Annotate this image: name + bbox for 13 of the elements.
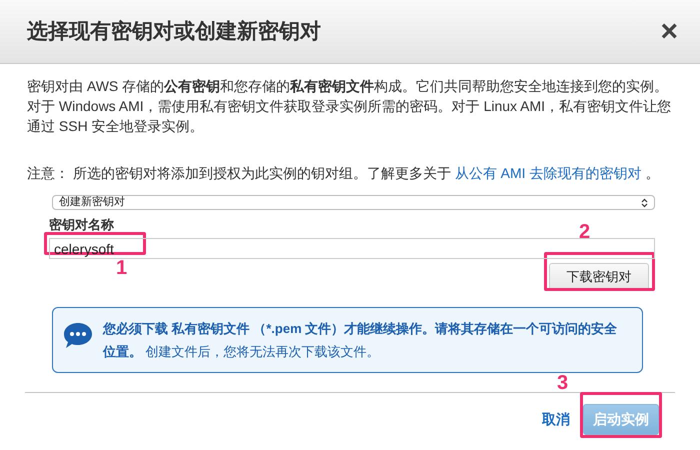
field-label: 密钥对名称 — [49, 216, 114, 234]
chevron-icon — [641, 198, 648, 208]
chat-bubble-icon — [63, 321, 93, 349]
close-button[interactable]: × — [660, 16, 678, 46]
key-pair-dropdown[interactable]: 创建新密钥对 — [52, 195, 655, 210]
description-text: 密钥对由 AWS 存储的公有密钥和您存储的私有密钥文件构成。它们共同帮助您安全地连接到您的实例。对于 Windows AMI，需使用私有密钥文件获取登录实例所需的密码。对于 Linux AMI，私有密钥文件让您通过 SSH 安全地登录实例。 — [27, 77, 672, 136]
learn-more-link[interactable]: 从公有 AMI 去除现有的密钥对 — [454, 165, 642, 181]
step-number: 1 — [116, 256, 128, 280]
cancel-link[interactable]: 取消 — [542, 409, 570, 430]
dialog-title: 选择现有密钥对或创建新密钥对 — [27, 18, 321, 45]
note-text: 注意： 所选的密钥对将添加到授权为此实例的钥对组。了解更多关于 从公有 AMI 去除现有的密钥对 。 — [27, 164, 660, 183]
step-number: 3 — [557, 371, 568, 395]
info-message: 您必须下载 私有密钥文件 （*.pem 文件）才能继续操作。请将其存储在一个可访问的安全位置。 创建文件后，您将无法再次下载该文件。 — [103, 320, 618, 361]
